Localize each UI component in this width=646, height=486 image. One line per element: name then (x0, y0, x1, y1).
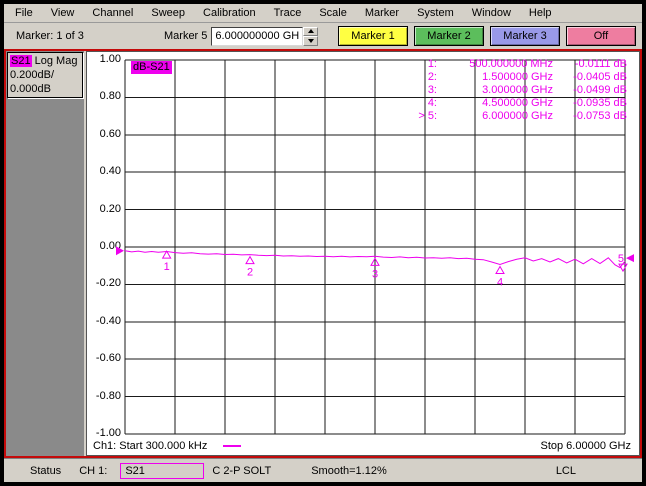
marker-readout-row: 4: 4.500000 GHz -0.0935 dB (407, 97, 627, 110)
menu-marker[interactable]: Marker (356, 5, 408, 22)
marker5-spinner (303, 26, 319, 46)
trace-reference-label: 0.000dB (10, 83, 51, 95)
menu-system[interactable]: System (408, 5, 463, 22)
trace-color-dash (223, 445, 242, 447)
trace-sidebar: S21 Log Mag 0.200dB/ 0.000dB (6, 51, 86, 456)
spinner-down-button[interactable] (303, 36, 319, 46)
marker-number: 1: (427, 58, 437, 70)
menu-bar: File View Channel Sweep Calibration Trac… (4, 4, 642, 23)
y-tick-label: 0.40 (99, 165, 121, 178)
app-window: File View Channel Sweep Calibration Trac… (0, 0, 646, 486)
marker-number: > 5: (418, 110, 437, 122)
svg-text:1: 1 (164, 261, 170, 273)
menu-channel[interactable]: Channel (83, 5, 142, 22)
trace-scale-label: 0.200dB/ (10, 69, 55, 81)
menu-sweep[interactable]: Sweep (142, 5, 194, 22)
marker-value: -0.0499 dB (573, 84, 627, 96)
marker-frequency: 6.000000 GHz (482, 110, 553, 122)
control-mode-label: LCL (555, 464, 576, 477)
active-trace-box: S21 (120, 462, 205, 479)
svg-text:2: 2 (247, 267, 253, 279)
marker-frequency: 4.500000 GHz (482, 97, 553, 109)
menu-help[interactable]: Help (520, 5, 561, 22)
marker-toolbar: Marker: 1 of 3 Marker 5 Marker 1 Marker … (4, 23, 642, 49)
stop-frequency-label: Stop 6.00000 GHz (540, 440, 631, 452)
menu-view[interactable]: View (42, 5, 84, 22)
marker-frequency: 1.500000 GHz (482, 71, 553, 83)
y-tick-label: 0.60 (99, 127, 121, 140)
calibration-status-label: C 2-P SOLT (212, 464, 272, 477)
marker5-frequency-input[interactable] (211, 26, 304, 46)
marker-readout-row: 3: 3.000000 GHz -0.0499 dB (407, 84, 627, 97)
marker-readout-row: 1: 500.000000 MHz -0.0111 dB (407, 58, 627, 71)
y-tick-label: -1.00 (95, 427, 121, 439)
menu-calibration[interactable]: Calibration (194, 5, 265, 22)
menu-trace[interactable]: Trace (265, 5, 311, 22)
marker-value: -0.0753 dB (573, 110, 627, 122)
menu-file[interactable]: File (6, 5, 42, 22)
marker5-label: Marker 5 (164, 30, 208, 42)
marker3-button[interactable]: Marker 3 (490, 26, 560, 46)
trace-properties-box[interactable]: S21 Log Mag 0.200dB/ 0.000dB (7, 52, 83, 98)
marker-value: -0.0405 dB (573, 71, 627, 83)
marker-number: 2: (427, 71, 437, 83)
spinner-up-button[interactable] (303, 26, 319, 36)
marker-status-label: Marker: 1 of 3 (16, 30, 84, 42)
marker2-button[interactable]: Marker 2 (414, 26, 484, 46)
channel-label: CH 1: (79, 464, 108, 477)
marker-readout-table: 1: 500.000000 MHz -0.0111 dB 2: 1.500000… (407, 58, 627, 123)
marker-number: 3: (427, 84, 437, 96)
trace-format-line: S21 Log Mag (10, 54, 80, 68)
start-frequency-label: Ch1: Start 300.000 kHz (93, 440, 208, 452)
y-tick-label: -0.20 (95, 277, 121, 290)
marker1-button[interactable]: Marker 1 (338, 26, 408, 46)
up-arrow-icon (307, 29, 314, 34)
y-tick-label: -0.60 (95, 352, 121, 365)
smoothing-status-label: Smooth=1.12% (311, 464, 387, 477)
marker-value: -0.0111 dB (574, 58, 627, 70)
marker-value: -0.0935 dB (573, 97, 627, 109)
marker-readout-row: 2: 1.500000 GHz -0.0405 dB (407, 71, 627, 84)
y-tick-label: 0.20 (99, 202, 121, 215)
sweep-range-row: Ch1: Start 300.000 kHz Stop 6.00000 GHz (93, 440, 631, 452)
svg-text:4: 4 (497, 276, 503, 288)
status-bar: Status CH 1: S21 C 2-P SOLT Smooth=1.12%… (4, 458, 642, 482)
y-tick-label: -0.80 (95, 389, 121, 402)
menu-scale[interactable]: Scale (310, 5, 356, 22)
plot-area: 1.00 0.80 0.60 0.40 0.20 0.00 -0.20 -0.40 -0.60 -… (86, 51, 640, 456)
marker-button-group: Marker 1 Marker 2 Marker 3 Off (338, 26, 636, 46)
trace-format-label: Log Mag (34, 55, 78, 67)
menu-window[interactable]: Window (463, 5, 520, 22)
marker-readout-row: > 5: 6.000000 GHz -0.0753 dB (407, 110, 627, 123)
y-tick-label: 1.00 (99, 53, 121, 65)
svg-text:3: 3 (372, 268, 378, 280)
measurement-window: S21 Log Mag 0.200dB/ 0.000dB 1.00 0.80 0.6… (4, 49, 642, 458)
y-tick-label: 0.80 (99, 90, 121, 103)
marker-number: 4: (427, 97, 437, 109)
marker-off-button[interactable]: Off (566, 26, 636, 46)
trace-id-badge: S21 (10, 55, 32, 67)
down-arrow-icon (307, 38, 314, 43)
y-tick-label: 0.00 (99, 240, 121, 252)
y-tick-label: -0.40 (95, 314, 121, 327)
marker-frequency: 3.000000 GHz (482, 84, 553, 96)
marker-frequency: 500.000000 MHz (469, 58, 553, 70)
status-label: Status (30, 464, 62, 477)
svg-text:5: 5 (618, 253, 624, 265)
